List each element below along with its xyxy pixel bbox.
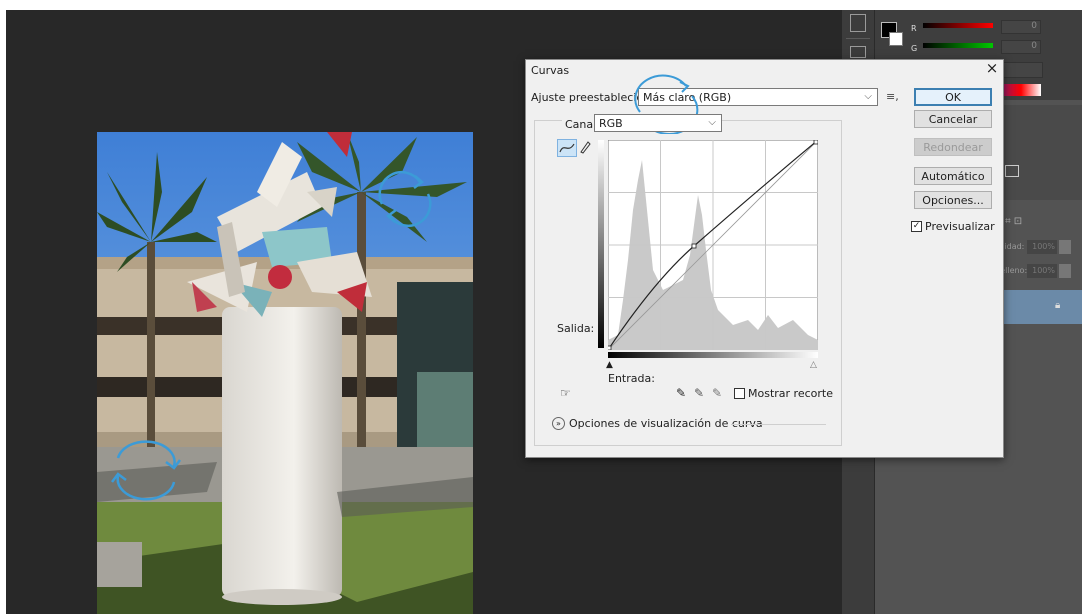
color-ramp[interactable] [1001,84,1041,96]
lock-icon: 🔒︎ [1055,300,1061,311]
selected-layer-row[interactable]: 🔒︎ [995,290,1082,324]
gray-eyedropper-icon[interactable]: ✎ [694,386,704,400]
history-icon[interactable] [850,14,866,32]
g-value-field[interactable]: 0 [1001,40,1041,54]
curve-point-icon[interactable] [557,139,577,157]
cancel-button[interactable]: Cancelar [914,110,992,128]
r-label: R [911,24,917,33]
preview-checkbox[interactable]: ✓ [911,221,922,232]
g-label: G [911,44,918,53]
b-value-field[interactable] [1001,62,1043,78]
close-button[interactable]: × [982,59,1002,77]
dialog-title: Curvas [531,64,570,77]
background-color-swatch[interactable] [889,32,903,46]
white-eyedropper-icon[interactable]: ✎ [712,386,722,400]
output-label: Salida: [557,322,595,335]
rotate-arrows-icon [378,171,432,227]
channel-value: RGB [599,116,623,130]
g-slider[interactable] [923,43,993,48]
white-point-slider[interactable]: △ [810,360,817,370]
opacity-field[interactable]: 100% [1027,240,1057,254]
fill-field[interactable]: 100% [1027,264,1057,278]
fill-dropdown[interactable] [1059,264,1071,278]
expand-icon[interactable]: » [552,417,565,430]
show-clipping-label: Mostrar recorte [748,387,833,400]
input-label: Entrada: [608,372,655,385]
input-gradient [608,352,818,358]
r-slider[interactable] [923,23,993,28]
divider [731,424,826,425]
show-clipping-checkbox[interactable] [734,388,745,399]
pencil-icon[interactable] [578,139,592,155]
properties-icon[interactable] [850,46,866,58]
layer-filter-icons[interactable]: ⌗ ⊡ [1005,216,1022,227]
auto-button[interactable]: Automático [914,167,992,185]
rotate-arrows-icon [111,440,181,501]
chevron-down-icon: ⌵ [708,117,716,128]
opacity-dropdown[interactable] [1059,240,1071,254]
curves-dialog: Curvas × Ajuste preestablecido: Más clar… [525,59,1004,458]
output-gradient [598,140,604,348]
ok-button[interactable]: OK [914,88,992,106]
black-point-slider[interactable]: ▲ [606,360,613,370]
black-eyedropper-icon[interactable]: ✎ [676,386,686,400]
hand-adjust-icon[interactable]: ☞ [560,386,571,400]
smooth-button[interactable]: Redondear [914,138,992,156]
grid-icon[interactable] [1005,165,1019,177]
curves-graph[interactable] [606,139,819,351]
channel-select[interactable]: RGB ⌵ [594,114,722,132]
preset-menu-icon[interactable]: ≡, [886,90,899,103]
options-button[interactable]: Opciones... [914,191,992,209]
preview-label: Previsualizar [925,220,995,233]
chevron-down-icon: ⌵ [864,91,872,102]
r-value-field[interactable]: 0 [1001,20,1041,34]
